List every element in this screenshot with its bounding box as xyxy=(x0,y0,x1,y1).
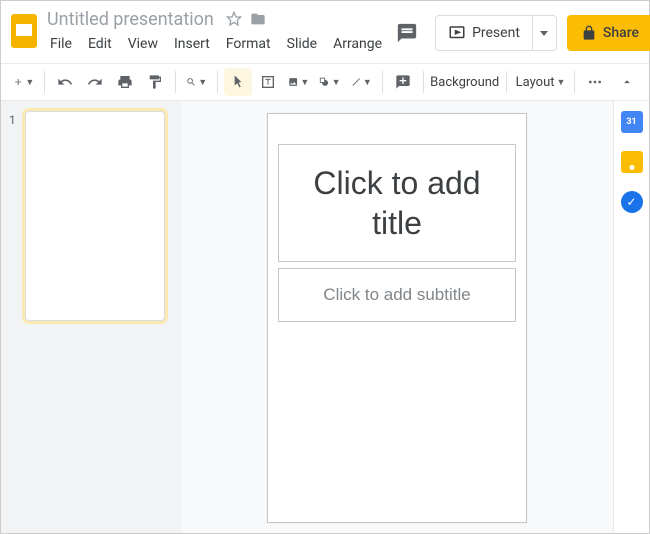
document-title[interactable]: Untitled presentation xyxy=(43,9,218,30)
zoom-button[interactable]: ▼ xyxy=(182,68,211,96)
separator xyxy=(175,71,176,93)
slide-number: 1 xyxy=(9,111,19,127)
menu-view[interactable]: View xyxy=(121,33,165,55)
menu-format[interactable]: Format xyxy=(219,33,278,55)
more-tools-button[interactable] xyxy=(581,68,609,96)
separator xyxy=(382,71,383,93)
title-placeholder[interactable]: Click to add title xyxy=(278,144,516,262)
separator xyxy=(217,71,218,93)
subtitle-placeholder[interactable]: Click to add subtitle xyxy=(278,268,516,322)
calendar-icon[interactable]: 31 xyxy=(621,111,643,133)
filmstrip: 1 xyxy=(1,101,181,533)
menu-edit[interactable]: Edit xyxy=(81,33,119,55)
paint-format-button[interactable] xyxy=(141,68,169,96)
tasks-icon[interactable] xyxy=(621,191,643,213)
shape-tool[interactable]: ▼ xyxy=(315,68,344,96)
menu-insert[interactable]: Insert xyxy=(167,33,217,55)
present-button[interactable]: Present xyxy=(436,16,532,50)
move-folder-icon[interactable] xyxy=(250,11,266,27)
layout-button[interactable]: Layout▼ xyxy=(513,68,568,96)
menu-slide[interactable]: Slide xyxy=(280,33,324,55)
app-header: Untitled presentation File Edit View Ins… xyxy=(1,1,649,63)
present-label: Present xyxy=(472,25,520,41)
comment-tool[interactable] xyxy=(389,68,417,96)
comments-button[interactable] xyxy=(389,15,425,51)
share-label: Share xyxy=(603,25,639,41)
separator xyxy=(44,71,45,93)
new-slide-button[interactable]: ▼ xyxy=(9,68,38,96)
print-button[interactable] xyxy=(111,68,139,96)
background-button[interactable]: Background xyxy=(429,68,500,96)
share-button[interactable]: Share xyxy=(567,15,650,51)
toolbar: ▼ ▼ ▼ ▼ ▼ Background Layout▼ xyxy=(1,63,649,101)
canvas-area[interactable]: Click to add title Click to add subtitle xyxy=(181,101,613,533)
present-dropdown[interactable] xyxy=(532,16,556,50)
menu-arrange[interactable]: Arrange xyxy=(326,33,389,55)
separator xyxy=(574,71,575,93)
select-tool[interactable] xyxy=(224,68,252,96)
workspace: 1 Click to add title Click to add subtit… xyxy=(1,101,649,533)
separator xyxy=(423,71,424,93)
redo-button[interactable] xyxy=(81,68,109,96)
slides-logo[interactable] xyxy=(11,7,37,55)
star-icon[interactable] xyxy=(226,11,242,27)
menubar: File Edit View Insert Format Slide Arran… xyxy=(43,33,389,55)
title-area: Untitled presentation File Edit View Ins… xyxy=(43,7,389,55)
keep-icon[interactable] xyxy=(621,151,643,173)
header-actions: Present Share xyxy=(389,7,650,51)
line-tool[interactable]: ▼ xyxy=(347,68,376,96)
menu-file[interactable]: File xyxy=(43,33,79,55)
textbox-tool[interactable] xyxy=(254,68,282,96)
slide-canvas[interactable]: Click to add title Click to add subtitle xyxy=(267,113,527,523)
present-button-group: Present xyxy=(435,15,557,51)
slide-thumbnail-wrap: 1 xyxy=(9,111,173,321)
image-tool[interactable]: ▼ xyxy=(284,68,313,96)
collapse-toolbar-button[interactable] xyxy=(613,68,641,96)
slide-thumbnail[interactable] xyxy=(25,111,165,321)
side-panel: 31 xyxy=(613,101,649,533)
separator xyxy=(506,71,507,93)
undo-button[interactable] xyxy=(51,68,79,96)
